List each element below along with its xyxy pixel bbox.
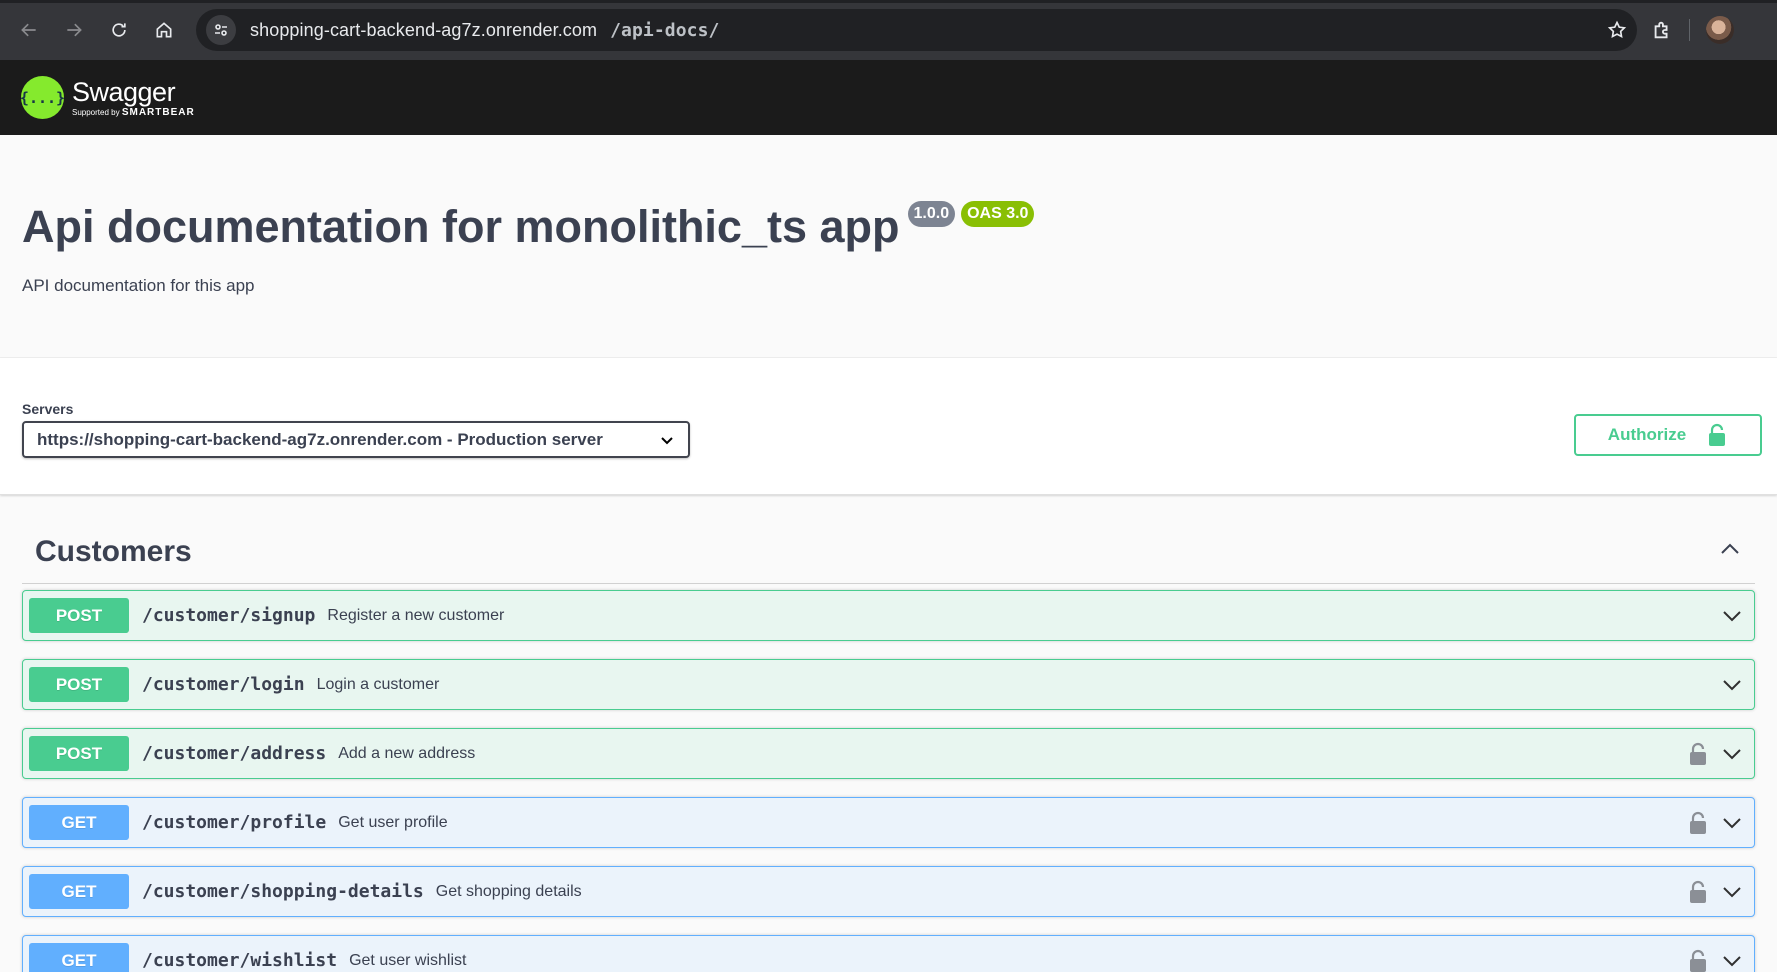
operation-summary: Get shopping details <box>435 882 582 900</box>
operation-controls <box>1688 742 1744 766</box>
logo-subtitle: Supported by SMARTBEAR <box>72 107 195 118</box>
operation-controls <box>1688 949 1744 972</box>
operation-row[interactable]: POST/customer/login Login a customer <box>22 659 1755 710</box>
operation-path: /customer/profile <box>142 812 327 833</box>
chevron-up-icon <box>1721 543 1739 554</box>
url-host: shopping-cart-backend-ag7z.onrender.com <box>250 19 598 40</box>
operation-row[interactable]: GET/customer/shopping-details Get shoppin… <box>22 866 1755 917</box>
method-badge: GET <box>29 805 129 840</box>
operation-summary: Login a customer <box>316 675 440 693</box>
tune-icon <box>215 24 227 36</box>
operation-summary: Register a new customer <box>327 606 505 624</box>
operation-path: /customer/address <box>142 743 327 764</box>
chevron-down-icon[interactable] <box>1720 811 1744 835</box>
tag-header[interactable]: Customers <box>22 495 1755 584</box>
extensions-icon[interactable] <box>1651 19 1673 41</box>
servers-label: Servers <box>22 401 74 417</box>
unlock-icon <box>1709 423 1726 446</box>
toolbar-divider <box>1689 19 1690 41</box>
swagger-logo-text: Swagger Supported by SMARTBEAR <box>72 78 195 118</box>
operation-row[interactable]: GET/customer/profile Get user profile <box>22 797 1755 848</box>
chevron-down-icon[interactable] <box>1720 880 1744 904</box>
swagger-topbar: {...} Swagger Supported by SMARTBEAR <box>0 60 1777 135</box>
home-button[interactable] <box>147 13 181 47</box>
url-text: shopping-cart-backend-ag7z.onrender.com /… <box>250 20 719 41</box>
operation-path: /customer/login <box>142 674 305 695</box>
chevron-down-icon[interactable] <box>1720 604 1744 628</box>
scheme-container: Servers https://shopping-cart-backend-ag… <box>0 358 1777 495</box>
servers-selected-value: https://shopping-cart-backend-ag7z.onren… <box>37 429 603 449</box>
page-title: Api documentation for monolithic_ts app <box>22 201 900 252</box>
bookmark-star-button[interactable] <box>1607 20 1627 40</box>
lock-icon[interactable] <box>1688 880 1708 904</box>
chevron-down-icon[interactable] <box>1720 742 1744 766</box>
back-button[interactable] <box>12 13 46 47</box>
tag-name: Customers <box>35 535 192 568</box>
site-info-button[interactable] <box>206 15 236 45</box>
chevron-down-icon[interactable] <box>1720 949 1744 972</box>
servers-select[interactable]: https://shopping-cart-backend-ag7z.onren… <box>22 421 690 458</box>
swagger-logo-icon[interactable]: {...} <box>20 76 65 119</box>
logo-sub-brand: SMARTBEAR <box>121 106 195 118</box>
operations-list: POST/customer/signup Register a new custo… <box>22 590 1755 972</box>
chevron-down-icon[interactable] <box>1720 673 1744 697</box>
method-badge: POST <box>29 598 129 633</box>
chevron-down-icon <box>661 436 673 444</box>
operation-controls <box>1688 811 1744 835</box>
address-bar[interactable]: shopping-cart-backend-ag7z.onrender.com /… <box>196 9 1637 51</box>
url-path: /api-docs/ <box>610 19 720 41</box>
method-badge: POST <box>29 667 129 702</box>
browser-toolbar: shopping-cart-backend-ag7z.onrender.com /… <box>0 0 1777 60</box>
operation-controls <box>1720 673 1744 697</box>
operation-path: /customer/shopping-details <box>142 881 424 902</box>
operation-summary: Get user profile <box>338 813 448 831</box>
method-badge: GET <box>29 943 129 972</box>
logo-name: Swagger <box>72 76 176 107</box>
operation-path: /customer/wishlist <box>142 950 338 971</box>
tag-section-customers: Customers POST/customer/signup Register a… <box>0 495 1777 972</box>
lock-icon[interactable] <box>1688 949 1708 972</box>
arrow-right-icon <box>67 23 82 37</box>
forward-button[interactable] <box>57 13 91 47</box>
operation-path: /customer/signup <box>142 605 316 626</box>
operation-summary: Add a new address <box>338 744 476 762</box>
authorize-button[interactable]: Authorize <box>1574 414 1762 456</box>
operation-controls <box>1720 604 1744 628</box>
logo-sub-prefix: Supported by <box>72 107 120 117</box>
lock-icon[interactable] <box>1688 742 1708 766</box>
version-badge: 1.0.0 <box>907 201 956 227</box>
api-info: Api documentation for monolithic_ts app … <box>0 135 1777 358</box>
oas-badge: OAS 3.0 <box>961 201 1035 227</box>
reload-icon <box>112 23 126 37</box>
profile-avatar[interactable] <box>1706 16 1734 44</box>
operation-row[interactable]: POST/customer/signup Register a new custo… <box>22 590 1755 641</box>
lock-icon[interactable] <box>1688 811 1708 835</box>
operation-summary: Get user wishlist <box>349 951 467 969</box>
method-badge: POST <box>29 736 129 771</box>
arrow-left-icon <box>21 23 36 37</box>
authorize-label: Authorize <box>1607 425 1687 444</box>
operation-row[interactable]: GET/customer/wishlist Get user wishlist <box>22 935 1755 972</box>
home-icon <box>156 22 172 38</box>
star-icon <box>1607 20 1627 39</box>
operation-row[interactable]: POST/customer/address Add a new address <box>22 728 1755 779</box>
api-description: API documentation for this app <box>22 276 255 295</box>
operation-controls <box>1688 880 1744 904</box>
method-badge: GET <box>29 874 129 909</box>
reload-button[interactable] <box>102 13 136 47</box>
